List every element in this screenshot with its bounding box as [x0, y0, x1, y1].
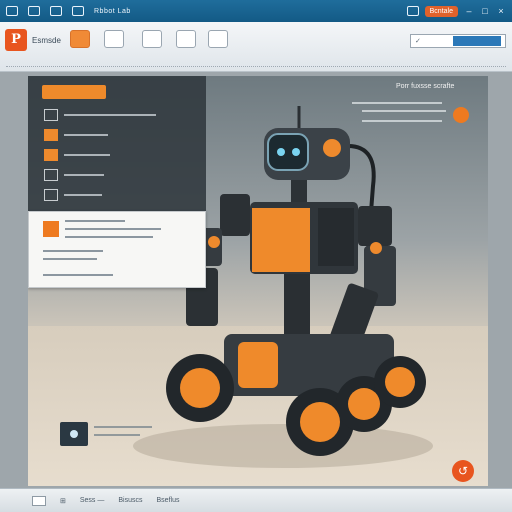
record-indicator-icon[interactable] [453, 107, 469, 123]
status-line-3 [362, 120, 442, 122]
camera-thumbnail[interactable] [60, 422, 88, 446]
ribbon-toolbar: P Esmsde ✓ [0, 22, 512, 72]
row-text [64, 173, 104, 176]
close-icon[interactable]: × [496, 6, 506, 16]
panel-primary-button[interactable] [42, 85, 106, 99]
image-canvas[interactable]: Porr fuxsse scrafte ↺ [28, 76, 488, 486]
caption-line [94, 426, 152, 428]
panel-row-2[interactable] [44, 128, 108, 141]
app-logo: P [5, 29, 27, 51]
row-icon [44, 128, 58, 141]
status-item-1[interactable]: ⊞ [60, 497, 66, 505]
status-line-2 [362, 110, 446, 112]
search-input[interactable]: ✓ [410, 34, 506, 48]
row-text [64, 193, 102, 196]
save-icon[interactable] [50, 6, 62, 16]
status-box-icon[interactable] [32, 495, 46, 506]
app-wordmark: Rbbot Lab [94, 7, 131, 15]
camera-icon [70, 430, 78, 438]
dialog-title [65, 220, 125, 222]
thumbnail-caption [94, 426, 154, 440]
title-bar-controls: Bcntale – □ × [406, 5, 506, 17]
row-text [64, 153, 110, 156]
caption-line [94, 434, 140, 436]
row-text [64, 133, 108, 136]
panel-row-5[interactable] [44, 188, 102, 201]
properties-panel [28, 76, 206, 211]
row-icon [44, 108, 58, 121]
search-highlight [453, 36, 501, 46]
dialog-icon [43, 221, 59, 237]
dialog-line-4 [43, 258, 97, 260]
maximize-icon[interactable]: □ [480, 6, 490, 16]
status-item-3[interactable]: Bisuscs [118, 497, 142, 504]
app-window-icon[interactable] [6, 6, 18, 16]
file-icon[interactable] [28, 6, 40, 16]
info-dialog[interactable] [28, 211, 206, 288]
status-item-2[interactable]: Sess — [80, 497, 105, 504]
refresh-button[interactable]: ↺ [452, 460, 474, 482]
search-check-icon: ✓ [415, 38, 421, 45]
panel-row-3[interactable] [44, 148, 110, 161]
image-icon[interactable] [72, 6, 84, 16]
status-label: Porr fuxsse scrafte [396, 83, 455, 90]
panel-row-4[interactable] [44, 168, 104, 181]
app-name: Esmsde [32, 36, 61, 45]
status-bar: ⊞ Sess — Bisuscs Bseflus [0, 488, 512, 512]
panel-row-1[interactable] [44, 108, 156, 121]
status-item-4[interactable]: Bseflus [157, 497, 180, 504]
row-text [64, 113, 156, 116]
row-icon [44, 168, 58, 181]
row-icon [44, 188, 58, 201]
title-bar: Rbbot Lab Bcntale – □ × [0, 0, 512, 22]
dialog-line-1 [65, 228, 161, 230]
tool-button-1[interactable] [70, 30, 90, 48]
tool-button-4[interactable] [176, 30, 196, 48]
status-line-1 [352, 102, 442, 104]
dialog-line-2 [65, 236, 153, 238]
account-badge[interactable]: Bcntale [424, 5, 458, 17]
minimize-icon[interactable]: – [464, 6, 474, 16]
row-icon [44, 148, 58, 161]
tool-button-2[interactable] [104, 30, 124, 48]
tool-button-5[interactable] [208, 30, 228, 48]
dialog-footer [43, 274, 113, 276]
user-icon[interactable] [406, 6, 419, 16]
ribbon-divider [6, 66, 506, 69]
tool-button-3[interactable] [142, 30, 162, 48]
dialog-line-3 [43, 250, 103, 252]
